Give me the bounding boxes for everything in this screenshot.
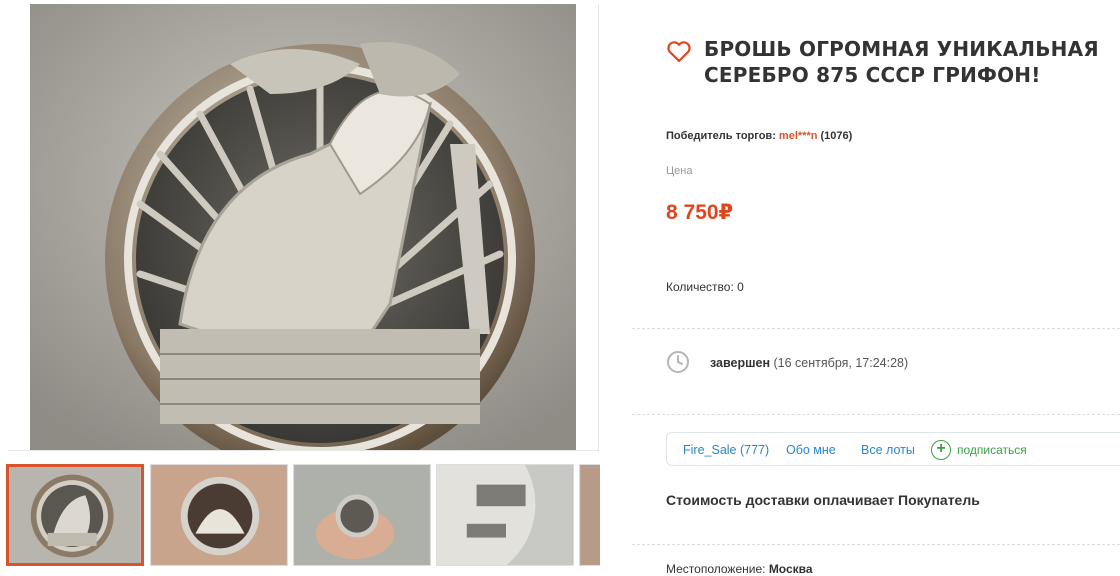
divider: [632, 544, 1120, 545]
thumbnail-strip: [6, 464, 600, 568]
thumbnail-4[interactable]: [436, 464, 574, 566]
status-label: завершен: [710, 356, 771, 370]
auction-status: завершен (16 сентября, 17:24:28): [710, 356, 908, 370]
quantity-value: 0: [737, 280, 744, 294]
quantity-label: Количество:: [666, 280, 734, 294]
thumbnail-2[interactable]: [150, 464, 288, 566]
seller-bar: Fire_Sale (777) Обо мне Все лоты + подпи…: [666, 432, 1120, 466]
location: Местоположение: Москва: [666, 562, 813, 576]
divider: [632, 328, 1120, 329]
price-value: 8 750₽: [666, 201, 734, 224]
auction-winner: Победитель торгов: mel***n (1076): [666, 130, 852, 142]
thumbnail-1[interactable]: [6, 464, 144, 566]
subscribe-button[interactable]: подписаться: [957, 443, 1027, 457]
winner-rating: (1076): [820, 130, 853, 142]
main-photo[interactable]: [8, 4, 599, 451]
winner-nick[interactable]: mel***n: [779, 130, 818, 142]
shipping-info: Стоимость доставки оплачивает Покупатель: [666, 492, 980, 508]
all-lots-link[interactable]: Все лоты: [861, 443, 915, 457]
thumbnail-5[interactable]: [579, 464, 600, 566]
status-date: (16 сентября, 17:24:28): [773, 356, 909, 370]
price-label: Цена: [666, 165, 693, 177]
photo-gallery: [0, 0, 600, 576]
seller-name-link[interactable]: Fire_Sale (777): [683, 443, 769, 457]
listing-title: БРОШЬ ОГРОМНАЯ УНИКАЛЬНАЯ СЕРЕБРО 875 СС…: [704, 37, 1099, 87]
thumbnail-3[interactable]: [293, 464, 431, 566]
listing-info: БРОШЬ ОГРОМНАЯ УНИКАЛЬНАЯ СЕРЕБРО 875 СС…: [632, 0, 1120, 576]
brooch-image: [30, 4, 576, 450]
location-value: Москва: [768, 562, 813, 576]
clock-icon: [667, 351, 689, 373]
quantity: Количество: 0: [666, 280, 744, 294]
location-label: Местоположение:: [666, 562, 766, 576]
divider: [632, 414, 1120, 415]
about-me-link[interactable]: Обо мне: [786, 443, 836, 457]
plus-circle-icon[interactable]: +: [931, 440, 951, 460]
heart-icon[interactable]: [666, 40, 692, 64]
winner-label: Победитель торгов:: [666, 130, 776, 142]
